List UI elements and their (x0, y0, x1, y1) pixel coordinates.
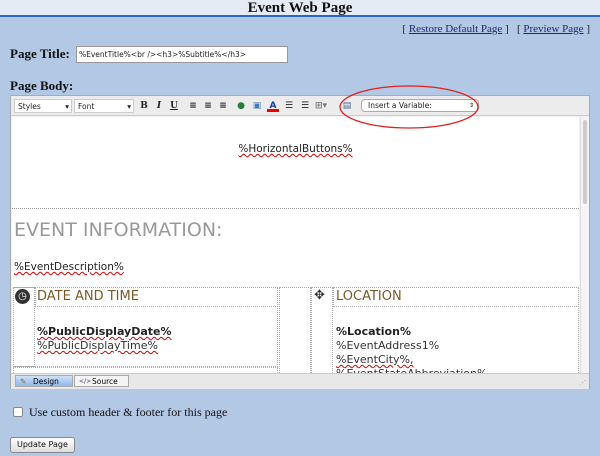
editor-content[interactable]: %HorizontalButtons% EVENT INFORMATION: %… (12, 117, 579, 373)
annotation-circle (339, 85, 479, 129)
location-heading: LOCATION (336, 289, 402, 304)
page-body-label: Page Body: (10, 78, 74, 93)
bold-button[interactable]: B (138, 99, 150, 113)
move-icon: ✥ (314, 288, 325, 303)
horizontal-buttons-var: %HorizontalButtons% (238, 143, 353, 155)
event-city-var: %EventCity%, (336, 353, 414, 366)
font-label: Font (78, 102, 95, 111)
editor-toolbar: Styles ▾ Font ▾ B I U ≡ ≡ ≡ ● ▣ A ☰ ☰ ⊞▾ ▤… (11, 96, 589, 116)
align-right-icon[interactable]: ≡ (217, 99, 229, 113)
source-tab[interactable]: </> Source (74, 375, 129, 387)
custom-header-label: Use custom header & footer for this page (29, 405, 228, 419)
page-title-input[interactable]: %EventTitle%<br /><h3>%Subtitle%</h3> (76, 46, 288, 63)
italic-button[interactable]: I (153, 99, 165, 113)
pencil-icon: ✎ (20, 377, 27, 386)
spacer-cell (279, 287, 311, 373)
resize-handle-icon[interactable]: ⋰ (579, 379, 586, 387)
align-left-icon[interactable]: ≡ (187, 99, 199, 113)
header-links: [ Restore Default Page ] [ Preview Page … (402, 23, 590, 35)
underline-button[interactable]: U (168, 99, 180, 113)
page-title-label: Page Title: (10, 46, 70, 61)
styles-label: Styles (18, 102, 41, 111)
editor-mode-bar: ✎ Design </> Source ⋰ (11, 373, 589, 389)
font-dropdown[interactable]: Font ▾ (74, 99, 134, 113)
event-address-var: %EventAddress1% (336, 339, 440, 352)
scrollbar-thumb[interactable] (583, 120, 587, 204)
link-icon[interactable]: ● (235, 99, 247, 113)
divider (12, 208, 579, 209)
dropdown-arrow-icon: ▾ (65, 102, 69, 111)
font-color-button[interactable]: A (267, 99, 279, 112)
update-page-button[interactable]: Update Page (10, 437, 75, 453)
page-header: Event Web Page (0, 0, 600, 17)
preview-page-link[interactable]: Preview Page (523, 23, 583, 35)
code-icon: </> (79, 378, 92, 385)
event-description-var: %EventDescription% (14, 261, 124, 273)
date-time-heading: DATE AND TIME (37, 289, 139, 304)
styles-dropdown[interactable]: Styles ▾ (14, 99, 72, 113)
editor-scrollbar[interactable] (580, 117, 589, 373)
table-icon[interactable]: ⊞▾ (315, 99, 327, 113)
design-tab[interactable]: ✎ Design (15, 375, 73, 387)
clock-icon: ◷ (15, 289, 30, 304)
restore-default-link[interactable]: Restore Default Page (409, 23, 502, 35)
bulleted-list-icon[interactable]: ☰ (299, 99, 311, 113)
image-icon[interactable]: ▣ (251, 99, 263, 113)
dropdown-arrow-icon: ▾ (127, 102, 131, 111)
rich-text-editor: Styles ▾ Font ▾ B I U ≡ ≡ ≡ ● ▣ A ☰ ☰ ⊞▾ ▤… (10, 95, 590, 389)
event-info-heading: EVENT INFORMATION: (14, 219, 223, 241)
public-display-date-var: %PublicDisplayDate% (37, 325, 172, 338)
numbered-list-icon[interactable]: ☰ (283, 99, 295, 113)
location-var: %Location% (336, 325, 411, 338)
public-display-time-var: %PublicDisplayTime% (37, 339, 158, 352)
custom-header-checkbox[interactable] (13, 407, 23, 417)
align-center-icon[interactable]: ≡ (202, 99, 214, 113)
